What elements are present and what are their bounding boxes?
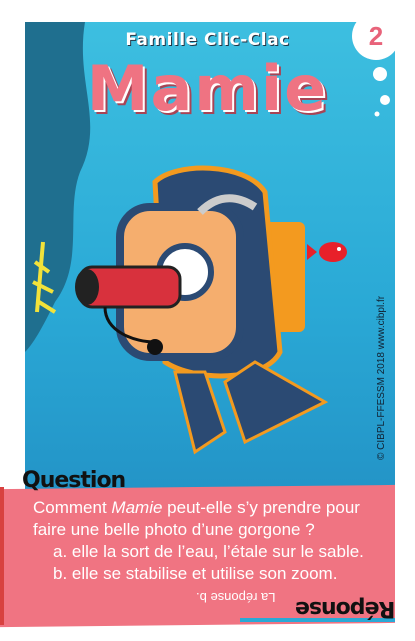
- question-character: Mamie: [111, 498, 163, 517]
- answer-text: La réponse b.: [196, 590, 276, 605]
- option-a: a. elle la sort de l’eau, l’étale sur le…: [53, 542, 364, 561]
- question-label: Question: [22, 468, 126, 493]
- fish-icon: [307, 242, 347, 262]
- family-title: Famille Clic-Clac: [125, 30, 290, 50]
- answer-label: Réponse: [296, 596, 396, 621]
- character-name: Mamie: [86, 52, 329, 125]
- card-edge: [0, 487, 4, 625]
- question-text: Comment Mamie peut-elle s’y prendre pour…: [33, 497, 393, 585]
- option-b: b. elle se stabilise et utilise son zoom…: [53, 564, 338, 583]
- copyright-text: © CIBPL-FFESSM 2018 www.cibpl.fr: [376, 295, 387, 460]
- question-part: Comment: [33, 498, 112, 517]
